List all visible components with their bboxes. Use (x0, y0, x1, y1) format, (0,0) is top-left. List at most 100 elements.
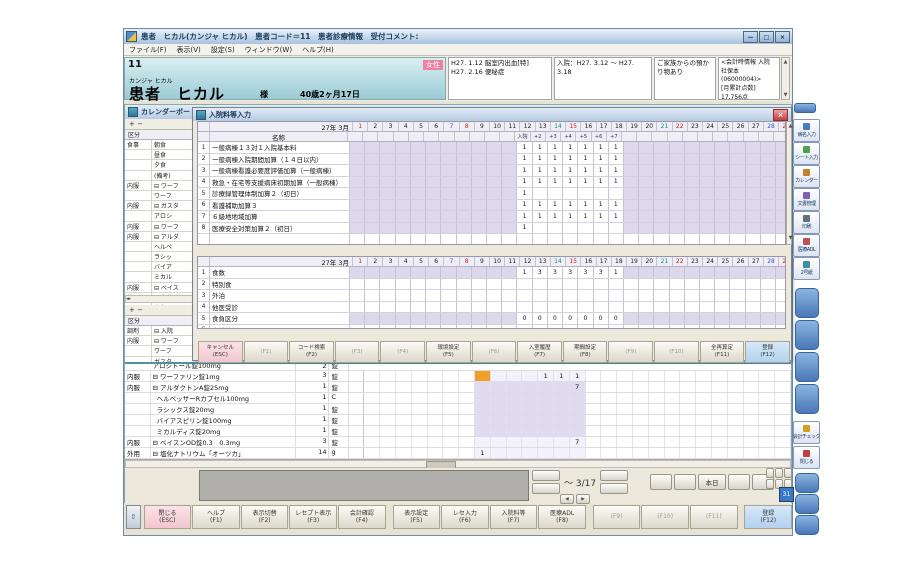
day-cell[interactable] (715, 188, 730, 199)
fkey-コード検索[interactable]: コード検索(F2) (289, 341, 334, 363)
day-cell[interactable] (533, 234, 548, 245)
day-cell[interactable] (380, 154, 395, 165)
day-cell[interactable] (639, 313, 654, 324)
med-day-cell[interactable] (744, 415, 760, 425)
day-cell[interactable] (365, 313, 380, 324)
day-cell[interactable] (685, 223, 700, 234)
fee-row-name[interactable]: 一般病棟看護必要度評価加算（一般病棟） (210, 165, 350, 176)
day-cell[interactable] (441, 325, 456, 330)
med-day-cell[interactable] (601, 382, 617, 392)
med-day-cell[interactable] (586, 426, 602, 436)
day-cell[interactable]: 1 (609, 154, 624, 165)
day-cell[interactable] (730, 154, 745, 165)
med-day-cell[interactable] (396, 393, 412, 403)
day-cell[interactable] (578, 290, 593, 301)
med-day-cell[interactable] (491, 371, 507, 381)
day-cell[interactable] (396, 325, 411, 330)
fkey-表示切替[interactable]: 表示切替(F2) (241, 505, 289, 529)
day-cell[interactable] (411, 188, 426, 199)
meal-row-name[interactable]: 室料差額 (210, 325, 350, 330)
fkey-f10[interactable]: (F10) (641, 505, 689, 529)
day-cell[interactable] (746, 165, 761, 176)
day-cell[interactable] (426, 188, 441, 199)
rail-scroll-tab[interactable] (795, 494, 819, 514)
med-day-cell[interactable] (380, 448, 396, 458)
med-day-cell[interactable] (649, 426, 665, 436)
meal-row-name[interactable]: 外泊 (210, 290, 350, 301)
day-cell[interactable] (396, 234, 411, 245)
day-cell[interactable] (365, 290, 380, 301)
med-day-cell[interactable] (364, 415, 380, 425)
day-cell[interactable]: 0 (563, 313, 578, 324)
rail-button-2号紙[interactable]: 2号紙 (793, 257, 820, 280)
med-day-cell[interactable]: 7 (570, 382, 586, 392)
day-cell[interactable] (609, 234, 624, 245)
med-day-cell[interactable] (459, 404, 475, 414)
day-cell[interactable]: 1 (533, 154, 548, 165)
med-day-cell[interactable] (712, 415, 728, 425)
med-day-cell[interactable] (428, 393, 444, 403)
board-row[interactable]: 昼食 (125, 150, 193, 160)
fee-grid-vscrollbar[interactable]: ▲ ▼ (786, 121, 792, 245)
med-day-cell[interactable] (507, 404, 523, 414)
day-cell[interactable] (730, 302, 745, 313)
med-day-cell[interactable] (744, 393, 760, 403)
med-day-cell[interactable] (665, 371, 681, 381)
day-cell[interactable] (746, 211, 761, 222)
day-cell[interactable]: 3 (533, 267, 548, 278)
day-cell[interactable]: 3 (563, 267, 578, 278)
day-cell[interactable] (426, 177, 441, 188)
board-row[interactable]: 食事朝食 (125, 140, 193, 150)
day-cell[interactable] (609, 279, 624, 290)
med-day-cell[interactable] (586, 393, 602, 403)
med-day-cell[interactable] (775, 426, 791, 436)
rail-button-医療ADL[interactable]: 医療ADL (793, 234, 820, 257)
prev-day-button[interactable]: ◀ (560, 494, 574, 504)
day-cell[interactable] (350, 313, 365, 324)
day-cell[interactable] (730, 290, 745, 301)
day-cell[interactable] (396, 267, 411, 278)
day-cell[interactable] (746, 188, 761, 199)
med-day-cell[interactable] (443, 448, 459, 458)
day-cell[interactable] (365, 279, 380, 290)
day-cell[interactable]: 1 (517, 223, 532, 234)
med-day-cell[interactable] (586, 448, 602, 458)
med-day-cell[interactable] (759, 382, 775, 392)
day-cell[interactable] (700, 279, 715, 290)
med-day-cell[interactable] (538, 437, 554, 447)
day-cell[interactable] (487, 290, 502, 301)
day-cell[interactable] (457, 279, 472, 290)
inpatient-window-titlebar[interactable]: 入院料等入力 × (193, 108, 791, 121)
day-cell[interactable] (365, 211, 380, 222)
day-cell[interactable] (350, 279, 365, 290)
day-cell[interactable] (502, 313, 517, 324)
day-cell[interactable]: 1 (517, 267, 532, 278)
day-cell[interactable] (715, 325, 730, 330)
med-day-cell[interactable] (728, 393, 744, 403)
day-cell[interactable]: 1 (533, 211, 548, 222)
title-bar[interactable]: 患者 ヒカル(カンジャ ヒカル) 患者コード＝11 患者診療情報 受付コメント:… (124, 29, 792, 44)
med-day-cell[interactable] (491, 404, 507, 414)
day-cell[interactable] (457, 142, 472, 153)
med-day-cell[interactable] (775, 371, 791, 381)
med-day-cell[interactable] (586, 382, 602, 392)
day-cell[interactable] (730, 234, 745, 245)
rail-scroll-tab[interactable] (794, 103, 816, 113)
rail-button-閉じる[interactable]: 閉じる (793, 446, 820, 469)
day-cell[interactable] (578, 234, 593, 245)
day-cell[interactable] (594, 290, 609, 301)
med-day-cell[interactable] (475, 393, 491, 403)
med-day-cell[interactable] (538, 404, 554, 414)
med-day-cell[interactable] (396, 382, 412, 392)
med-day-cell[interactable] (601, 426, 617, 436)
med-day-cell[interactable] (380, 382, 396, 392)
med-day-cell[interactable] (728, 415, 744, 425)
day-cell[interactable] (624, 302, 639, 313)
day-cell[interactable] (761, 154, 776, 165)
patient-info-scrollbar[interactable]: ▲ ▼ (781, 57, 790, 100)
day-cell[interactable] (380, 290, 395, 301)
med-day-cell[interactable] (712, 404, 728, 414)
day-cell[interactable] (685, 142, 700, 153)
day-cell[interactable] (517, 234, 532, 245)
med-day-cell[interactable] (364, 382, 380, 392)
